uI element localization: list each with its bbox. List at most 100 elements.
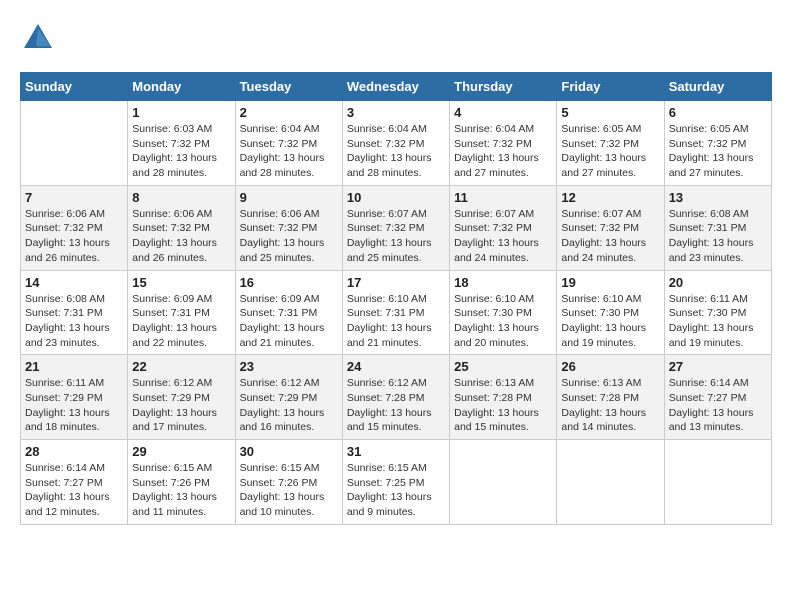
weekday-header-cell: Saturday bbox=[664, 73, 771, 101]
day-number: 21 bbox=[25, 359, 123, 374]
cell-details: Sunrise: 6:06 AMSunset: 7:32 PMDaylight:… bbox=[25, 207, 123, 266]
day-number: 9 bbox=[240, 190, 338, 205]
cell-details: Sunrise: 6:15 AMSunset: 7:26 PMDaylight:… bbox=[132, 461, 230, 520]
calendar-cell: 11Sunrise: 6:07 AMSunset: 7:32 PMDayligh… bbox=[450, 185, 557, 270]
day-number: 12 bbox=[561, 190, 659, 205]
cell-details: Sunrise: 6:12 AMSunset: 7:28 PMDaylight:… bbox=[347, 376, 445, 435]
calendar-cell: 12 Sunrise: 6:07 AMSunset: 7:32 PMDayligh… bbox=[557, 185, 664, 270]
cell-details: Sunrise: 6:06 AMSunset: 7:32 PMDaylight:… bbox=[132, 207, 230, 266]
calendar-cell: 30Sunrise: 6:15 AMSunset: 7:26 PMDayligh… bbox=[235, 440, 342, 525]
calendar-week-row: 14 Sunrise: 6:08 AMSunset: 7:31 PMDayligh… bbox=[21, 270, 772, 355]
calendar-cell bbox=[664, 440, 771, 525]
day-number: 5 bbox=[561, 105, 659, 120]
calendar-cell: 19 Sunrise: 6:10 AMSunset: 7:30 PMDayligh… bbox=[557, 270, 664, 355]
calendar-week-row: 7 Sunrise: 6:06 AMSunset: 7:32 PMDaylight… bbox=[21, 185, 772, 270]
day-number: 22 bbox=[132, 359, 230, 374]
cell-details: Sunrise: 6:04 AMSunset: 7:32 PMDaylight:… bbox=[347, 122, 445, 181]
day-number: 10 bbox=[347, 190, 445, 205]
cell-details: Sunrise: 6:07 AMSunset: 7:32 PMDaylight:… bbox=[561, 207, 659, 266]
day-number: 31 bbox=[347, 444, 445, 459]
calendar-cell: 26 Sunrise: 6:13 AMSunset: 7:28 PMDayligh… bbox=[557, 355, 664, 440]
cell-details: Sunrise: 6:14 AMSunset: 7:27 PMDaylight:… bbox=[669, 376, 767, 435]
calendar-cell: 10 Sunrise: 6:07 AMSunset: 7:32 PMDayligh… bbox=[342, 185, 449, 270]
calendar-body: 1 Sunrise: 6:03 AMSunset: 7:32 PMDaylight… bbox=[21, 101, 772, 525]
cell-details: Sunrise: 6:09 AMSunset: 7:31 PMDaylight:… bbox=[132, 292, 230, 351]
day-number: 24 bbox=[347, 359, 445, 374]
cell-details: Sunrise: 6:07 AMSunset: 7:32 PMDaylight:… bbox=[454, 207, 552, 266]
calendar-cell: 27 Sunrise: 6:14 AMSunset: 7:27 PMDayligh… bbox=[664, 355, 771, 440]
calendar-cell: 20 Sunrise: 6:11 AMSunset: 7:30 PMDayligh… bbox=[664, 270, 771, 355]
day-number: 1 bbox=[132, 105, 230, 120]
day-number: 27 bbox=[669, 359, 767, 374]
calendar-cell: 8 Sunrise: 6:06 AMSunset: 7:32 PMDaylight… bbox=[128, 185, 235, 270]
day-number: 30 bbox=[240, 444, 338, 459]
day-number: 2 bbox=[240, 105, 338, 120]
weekday-header-cell: Thursday bbox=[450, 73, 557, 101]
cell-details: Sunrise: 6:10 AMSunset: 7:31 PMDaylight:… bbox=[347, 292, 445, 351]
day-number: 7 bbox=[25, 190, 123, 205]
day-number: 16 bbox=[240, 275, 338, 290]
cell-details: Sunrise: 6:14 AMSunset: 7:27 PMDaylight:… bbox=[25, 461, 123, 520]
logo-icon bbox=[20, 20, 56, 56]
day-number: 4 bbox=[454, 105, 552, 120]
day-number: 8 bbox=[132, 190, 230, 205]
weekday-header-cell: Friday bbox=[557, 73, 664, 101]
cell-details: Sunrise: 6:05 AMSunset: 7:32 PMDaylight:… bbox=[669, 122, 767, 181]
cell-details: Sunrise: 6:13 AMSunset: 7:28 PMDaylight:… bbox=[454, 376, 552, 435]
cell-details: Sunrise: 6:10 AMSunset: 7:30 PMDaylight:… bbox=[454, 292, 552, 351]
calendar-week-row: 1 Sunrise: 6:03 AMSunset: 7:32 PMDaylight… bbox=[21, 101, 772, 186]
cell-details: Sunrise: 6:13 AMSunset: 7:28 PMDaylight:… bbox=[561, 376, 659, 435]
cell-details: Sunrise: 6:10 AMSunset: 7:30 PMDaylight:… bbox=[561, 292, 659, 351]
calendar-cell: 31Sunrise: 6:15 AMSunset: 7:25 PMDayligh… bbox=[342, 440, 449, 525]
day-number: 15 bbox=[132, 275, 230, 290]
weekday-header-cell: Wednesday bbox=[342, 73, 449, 101]
cell-details: Sunrise: 6:11 AMSunset: 7:29 PMDaylight:… bbox=[25, 376, 123, 435]
calendar-cell: 13 Sunrise: 6:08 AMSunset: 7:31 PMDayligh… bbox=[664, 185, 771, 270]
calendar-cell bbox=[557, 440, 664, 525]
weekday-header-cell: Monday bbox=[128, 73, 235, 101]
calendar-cell: 24 Sunrise: 6:12 AMSunset: 7:28 PMDayligh… bbox=[342, 355, 449, 440]
day-number: 28 bbox=[25, 444, 123, 459]
day-number: 17 bbox=[347, 275, 445, 290]
cell-details: Sunrise: 6:03 AMSunset: 7:32 PMDaylight:… bbox=[132, 122, 230, 181]
cell-details: Sunrise: 6:12 AMSunset: 7:29 PMDaylight:… bbox=[240, 376, 338, 435]
day-number: 25 bbox=[454, 359, 552, 374]
calendar-cell: 9 Sunrise: 6:06 AMSunset: 7:32 PMDaylight… bbox=[235, 185, 342, 270]
day-number: 18 bbox=[454, 275, 552, 290]
page-header bbox=[20, 20, 772, 56]
calendar-cell: 22Sunrise: 6:12 AMSunset: 7:29 PMDayligh… bbox=[128, 355, 235, 440]
day-number: 19 bbox=[561, 275, 659, 290]
calendar-cell: 1 Sunrise: 6:03 AMSunset: 7:32 PMDaylight… bbox=[128, 101, 235, 186]
cell-details: Sunrise: 6:09 AMSunset: 7:31 PMDaylight:… bbox=[240, 292, 338, 351]
calendar-cell: 16 Sunrise: 6:09 AMSunset: 7:31 PMDayligh… bbox=[235, 270, 342, 355]
weekday-header-cell: Sunday bbox=[21, 73, 128, 101]
weekday-header-row: SundayMondayTuesdayWednesdayThursdayFrid… bbox=[21, 73, 772, 101]
cell-details: Sunrise: 6:05 AMSunset: 7:32 PMDaylight:… bbox=[561, 122, 659, 181]
cell-details: Sunrise: 6:08 AMSunset: 7:31 PMDaylight:… bbox=[669, 207, 767, 266]
cell-details: Sunrise: 6:07 AMSunset: 7:32 PMDaylight:… bbox=[347, 207, 445, 266]
calendar-cell: 7 Sunrise: 6:06 AMSunset: 7:32 PMDaylight… bbox=[21, 185, 128, 270]
calendar-table: SundayMondayTuesdayWednesdayThursdayFrid… bbox=[20, 72, 772, 525]
logo bbox=[20, 20, 62, 56]
day-number: 14 bbox=[25, 275, 123, 290]
calendar-cell bbox=[450, 440, 557, 525]
day-number: 26 bbox=[561, 359, 659, 374]
calendar-cell: 14 Sunrise: 6:08 AMSunset: 7:31 PMDayligh… bbox=[21, 270, 128, 355]
calendar-cell: 6 Sunrise: 6:05 AMSunset: 7:32 PMDaylight… bbox=[664, 101, 771, 186]
day-number: 6 bbox=[669, 105, 767, 120]
day-number: 3 bbox=[347, 105, 445, 120]
cell-details: Sunrise: 6:11 AMSunset: 7:30 PMDaylight:… bbox=[669, 292, 767, 351]
weekday-header-cell: Tuesday bbox=[235, 73, 342, 101]
cell-details: Sunrise: 6:06 AMSunset: 7:32 PMDaylight:… bbox=[240, 207, 338, 266]
day-number: 13 bbox=[669, 190, 767, 205]
calendar-cell bbox=[21, 101, 128, 186]
cell-details: Sunrise: 6:08 AMSunset: 7:31 PMDaylight:… bbox=[25, 292, 123, 351]
cell-details: Sunrise: 6:04 AMSunset: 7:32 PMDaylight:… bbox=[240, 122, 338, 181]
calendar-cell: 2 Sunrise: 6:04 AMSunset: 7:32 PMDaylight… bbox=[235, 101, 342, 186]
calendar-cell: 5 Sunrise: 6:05 AMSunset: 7:32 PMDaylight… bbox=[557, 101, 664, 186]
calendar-cell: 18 Sunrise: 6:10 AMSunset: 7:30 PMDayligh… bbox=[450, 270, 557, 355]
day-number: 23 bbox=[240, 359, 338, 374]
calendar-cell: 21 Sunrise: 6:11 AMSunset: 7:29 PMDayligh… bbox=[21, 355, 128, 440]
day-number: 20 bbox=[669, 275, 767, 290]
calendar-cell: 3 Sunrise: 6:04 AMSunset: 7:32 PMDaylight… bbox=[342, 101, 449, 186]
